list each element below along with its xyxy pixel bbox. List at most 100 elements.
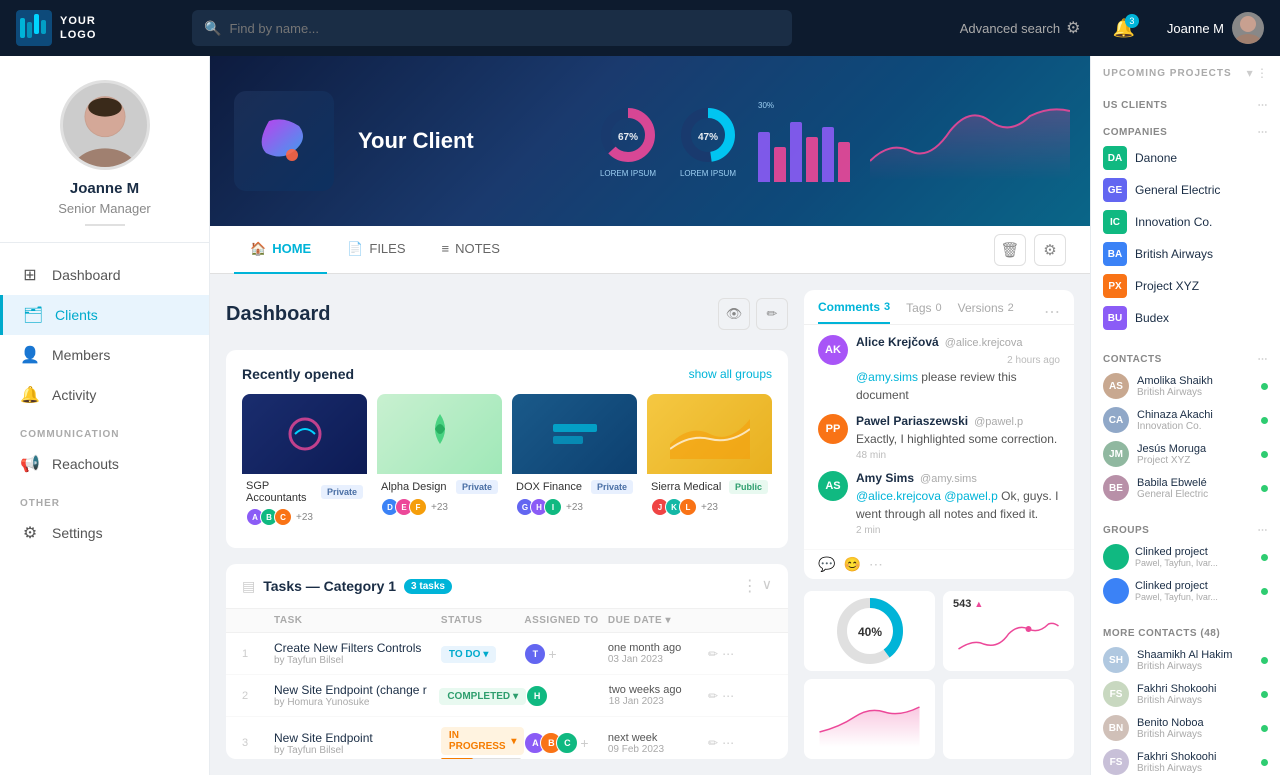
- rp-contact-babila[interactable]: BE Babila Ebwelé General Electric: [1103, 471, 1268, 505]
- group-avatar-1: [1103, 544, 1129, 570]
- thumbnails-row: SGP Accountants Private A B C +23: [242, 394, 772, 532]
- sidebar-item-reachouts[interactable]: 📢 Reachouts: [0, 444, 209, 484]
- client-name: Your Client: [358, 128, 474, 154]
- company-name-ge: General Electric: [1135, 183, 1220, 197]
- more-actions-icon[interactable]: ⋯: [869, 556, 883, 573]
- groups-more-icon[interactable]: ⋯: [1258, 525, 1269, 536]
- tasks-title: Tasks — Category 1: [263, 578, 396, 594]
- thumb-alpha[interactable]: Alpha Design Private D E F +23: [377, 394, 502, 532]
- tasks-more-icon[interactable]: ⋮: [742, 576, 758, 596]
- tab-home[interactable]: 🏠 HOME: [234, 226, 327, 274]
- online-indicator: [1261, 725, 1268, 732]
- delete-button[interactable]: 🗑: [994, 234, 1026, 266]
- rp-group-1[interactable]: Clinked project Pawel, Tayfun, Ivar...: [1103, 540, 1268, 574]
- task-num: 1: [242, 648, 274, 660]
- rp-more-contact-3[interactable]: BN Benito Noboa British Airways: [1103, 711, 1268, 745]
- rp-more-contact-4[interactable]: FS Fakhri Shokoohi British Airways: [1103, 745, 1268, 775]
- rp-item-ge[interactable]: GE General Electric: [1103, 174, 1268, 206]
- thumb-dox[interactable]: DOX Finance Private G H I +23: [512, 394, 637, 532]
- mini-chart-bar: [943, 679, 1074, 759]
- user-menu[interactable]: Joanne M: [1167, 12, 1264, 44]
- svg-text:67%: 67%: [618, 132, 638, 143]
- tab-comments[interactable]: Comments 3: [818, 300, 890, 324]
- status-badge-todo: TO DO ▾: [441, 646, 497, 663]
- thumb-sgp[interactable]: SGP Accountants Private A B C +23: [242, 394, 367, 532]
- task-status[interactable]: IN PROGRESS ▾: [441, 725, 524, 759]
- task-edit-icon[interactable]: ✏: [708, 647, 718, 661]
- companies-more-icon[interactable]: ⋯: [1258, 127, 1269, 138]
- notifications-button[interactable]: 🔔 3: [1112, 18, 1134, 39]
- rp-item-ba[interactable]: BA British Airways: [1103, 238, 1268, 270]
- company-name-px: Project XYZ: [1135, 279, 1199, 293]
- tab-versions[interactable]: Versions 2: [958, 301, 1014, 323]
- comments-tabs: Comments 3 Tags 0 Versions 2 ⋯: [804, 290, 1074, 325]
- sidebar: Joanne M Senior Manager ⊞ Dashboard 🗂 Cl…: [0, 56, 210, 775]
- rp-contact-jesus[interactable]: JM Jesús Moruga Project XYZ: [1103, 437, 1268, 471]
- sidebar-item-clients[interactable]: 🗂 Clients: [0, 295, 209, 335]
- task-status[interactable]: TO DO ▾: [441, 644, 524, 663]
- reply-icon[interactable]: 💬: [818, 556, 835, 573]
- task-more-icon[interactable]: ⋯: [722, 689, 734, 703]
- rp-more-contact-1[interactable]: SH Shaamikh Al Hakim British Airways: [1103, 643, 1268, 677]
- settings-button[interactable]: ⚙: [1034, 234, 1066, 266]
- rp-contact-amolika[interactable]: AS Amolika Shaikh British Airways: [1103, 369, 1268, 403]
- rp-group-2[interactable]: Clinked project Pawel, Tayfun, Ivar...: [1103, 574, 1268, 608]
- contact-info-4: Babila Ebwelé General Electric: [1137, 477, 1253, 500]
- show-all-groups-link[interactable]: show all groups: [689, 367, 772, 381]
- tab-files-label: FILES: [369, 241, 405, 256]
- rp-more-contact-2[interactable]: FS Fakhri Shokoohi British Airways: [1103, 677, 1268, 711]
- us-clients-more-icon[interactable]: ⋯: [1258, 100, 1269, 111]
- online-indicator: [1261, 554, 1268, 561]
- view-button[interactable]: 👁: [718, 298, 750, 330]
- comment-handle: @amy.sims: [920, 473, 977, 485]
- contacts-more-icon[interactable]: ⋯: [1258, 354, 1269, 365]
- company-avatar-ba: BA: [1103, 242, 1127, 266]
- tab-tags[interactable]: Tags 0: [906, 301, 941, 323]
- rp-item-bu[interactable]: BU Budex: [1103, 302, 1268, 334]
- tab-notes[interactable]: ≡ NOTES: [426, 226, 516, 274]
- due-date-cell: one month ago 03 Jan 2023: [608, 642, 708, 665]
- advanced-search-button[interactable]: Advanced search ⚙: [960, 18, 1081, 38]
- sidebar-item-label: Reachouts: [52, 456, 119, 472]
- task-edit-icon[interactable]: ✏: [708, 736, 718, 750]
- search-bar[interactable]: 🔍: [192, 10, 792, 46]
- collapse-icon[interactable]: ▤: [242, 578, 255, 595]
- dashboard-icon: ⊞: [20, 265, 40, 285]
- thumb-sierra[interactable]: Sierra Medical Public J K L +23: [647, 394, 772, 532]
- thumb-name-sgp: SGP Accountants: [246, 480, 321, 504]
- comment-header: Amy Sims @amy.sims: [856, 471, 1060, 485]
- task-by: by Homura Yunosuke: [274, 697, 439, 708]
- thumb-badge-sgp: Private: [321, 485, 363, 499]
- search-input[interactable]: [229, 21, 780, 36]
- comment-text: @amy.sims please review this document: [856, 368, 1060, 404]
- rp-item-danone[interactable]: DA Danone: [1103, 142, 1268, 174]
- top-user-avatar: [1232, 12, 1264, 44]
- task-edit-icon[interactable]: ✏: [708, 689, 718, 703]
- comment-header: Alice Krejčová @alice.krejcova 2 hours a…: [856, 335, 1060, 366]
- task-num: 2: [242, 690, 274, 702]
- company-name-bu: Budex: [1135, 311, 1169, 325]
- tab-files[interactable]: 📄 FILES: [331, 226, 421, 274]
- tab-comments-count: 3: [884, 301, 890, 313]
- sidebar-item-dashboard[interactable]: ⊞ Dashboard: [0, 255, 209, 295]
- task-status[interactable]: COMPLETED ▾: [439, 686, 526, 705]
- comments-more-icon[interactable]: ⋯: [1044, 302, 1060, 322]
- tasks-collapse-icon[interactable]: ∨: [762, 576, 772, 596]
- rp-contact-chinaza[interactable]: CA Chinaza Akachi Innovation Co.: [1103, 403, 1268, 437]
- sidebar-item-members[interactable]: 👤 Members: [0, 335, 209, 375]
- rp-item-px[interactable]: PX Project XYZ: [1103, 270, 1268, 302]
- task-more-icon[interactable]: ⋯: [722, 647, 734, 661]
- emoji-icon[interactable]: 😊: [843, 556, 860, 573]
- sidebar-item-settings[interactable]: ⚙ Settings: [0, 513, 209, 553]
- company-name-danone: Danone: [1135, 151, 1177, 165]
- rp-item-ic[interactable]: IC Innovation Co.: [1103, 206, 1268, 238]
- edit-button[interactable]: ✏: [756, 298, 788, 330]
- rp-controls[interactable]: ▾ ⋮: [1247, 66, 1268, 80]
- advanced-search-label: Advanced search: [960, 21, 1060, 36]
- clients-icon: 🗂: [23, 305, 43, 325]
- comments-body: AK Alice Krejčová @alice.krejcova 2 hour…: [804, 325, 1074, 549]
- sidebar-item-activity[interactable]: 🔔 Activity: [0, 375, 209, 415]
- recently-opened-title: Recently opened: [242, 366, 354, 382]
- task-more-icon[interactable]: ⋯: [722, 736, 734, 750]
- more-contacts-section: MORE CONTACTS (48) SH Shaamikh Al Hakim …: [1091, 622, 1280, 775]
